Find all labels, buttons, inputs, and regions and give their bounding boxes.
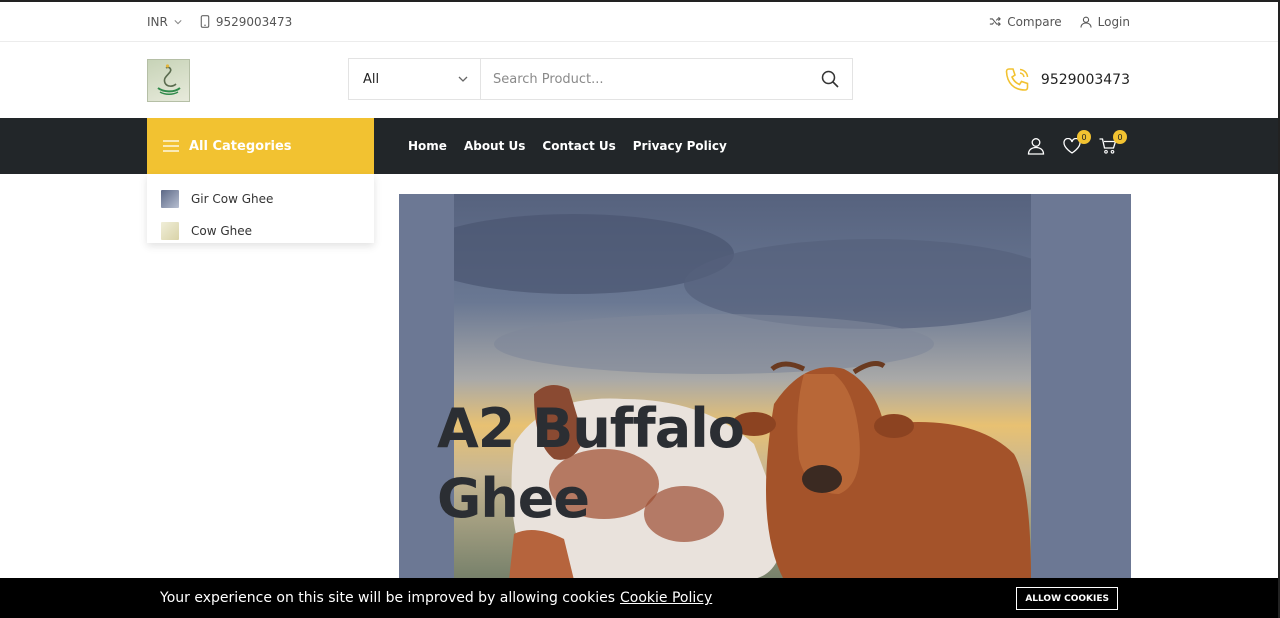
nav-link-about-us[interactable]: About Us [464, 139, 525, 153]
search-category-value: All [363, 71, 380, 87]
nav-link-home[interactable]: Home [408, 139, 447, 153]
top-bar-right: Compare Login [989, 15, 1130, 29]
hero-title: A2 Buffalo Ghee [437, 394, 777, 534]
login-link[interactable]: Login [1080, 15, 1130, 29]
nav-links: Home About Us Contact Us Privacy Policy [408, 118, 727, 174]
cookie-policy-link[interactable]: Cookie Policy [620, 590, 712, 606]
search-input[interactable] [481, 59, 808, 99]
search-category-select[interactable]: All [349, 59, 481, 99]
header-main: All 9529003473 [0, 42, 1278, 118]
category-dropdown: Gir Cow Ghee Cow Ghee [147, 174, 374, 243]
category-thumbnail [161, 222, 179, 240]
hero-banner[interactable]: A2 Buffalo Ghee [399, 194, 1131, 580]
cookie-consent-bar: Your experience on this site will be imp… [0, 578, 1278, 618]
cart-count-badge: 0 [1113, 130, 1127, 144]
hamburger-menu-icon [163, 140, 179, 152]
category-item-gir-cow-ghee[interactable]: Gir Cow Ghee [147, 183, 374, 215]
search-button[interactable] [808, 59, 852, 99]
currency-label: INR [147, 14, 168, 29]
mobile-phone-icon [200, 15, 210, 28]
all-categories-label: All Categories [189, 138, 292, 154]
wishlist-button[interactable]: 0 [1062, 130, 1091, 156]
search-icon [821, 70, 839, 88]
allow-cookies-button[interactable]: ALLOW COOKIES [1016, 587, 1118, 610]
chevron-down-icon [174, 19, 182, 24]
currency-selector[interactable]: INR [147, 15, 182, 29]
login-label: Login [1097, 14, 1130, 29]
hero-title-line-1: A2 Buffalo [437, 397, 745, 460]
chevron-down-icon [458, 76, 468, 82]
top-phone-number: 9529003473 [215, 14, 293, 29]
top-phone[interactable]: 9529003473 [200, 15, 292, 29]
phone-call-icon [1005, 68, 1029, 91]
swan-logo-icon [156, 64, 181, 95]
site-logo[interactable] [147, 58, 190, 102]
cart-button[interactable]: 0 [1098, 130, 1127, 156]
cookie-message: Your experience on this site will be imp… [160, 590, 616, 606]
top-bar: INR 9529003473 Compare Login [0, 2, 1278, 42]
category-item-cow-ghee[interactable]: Cow Ghee [147, 215, 374, 247]
hero-title-line-2: Ghee [437, 467, 590, 530]
nav-link-contact-us[interactable]: Contact Us [542, 139, 615, 153]
account-button[interactable] [1026, 136, 1046, 156]
compare-label: Compare [1007, 14, 1062, 29]
header-phone-number: 9529003473 [1040, 72, 1130, 88]
compare-link[interactable]: Compare [989, 14, 1062, 29]
nav-icons: 0 0 [1026, 118, 1127, 174]
user-icon [1080, 16, 1092, 28]
user-icon [1027, 138, 1045, 155]
search-bar: All [348, 58, 853, 100]
category-item-label: Cow Ghee [191, 224, 253, 238]
nav-link-privacy-policy[interactable]: Privacy Policy [633, 139, 727, 153]
all-categories-button[interactable]: All Categories [147, 118, 374, 174]
main-navbar: All Categories Home About Us Contact Us … [0, 118, 1278, 174]
wishlist-count-badge: 0 [1077, 130, 1091, 144]
top-bar-left: INR 9529003473 [147, 15, 292, 29]
shuffle-icon [990, 16, 1002, 27]
header-phone[interactable]: 9529003473 [1003, 66, 1130, 94]
category-thumbnail [161, 190, 179, 208]
category-item-label: Gir Cow Ghee [191, 192, 274, 206]
